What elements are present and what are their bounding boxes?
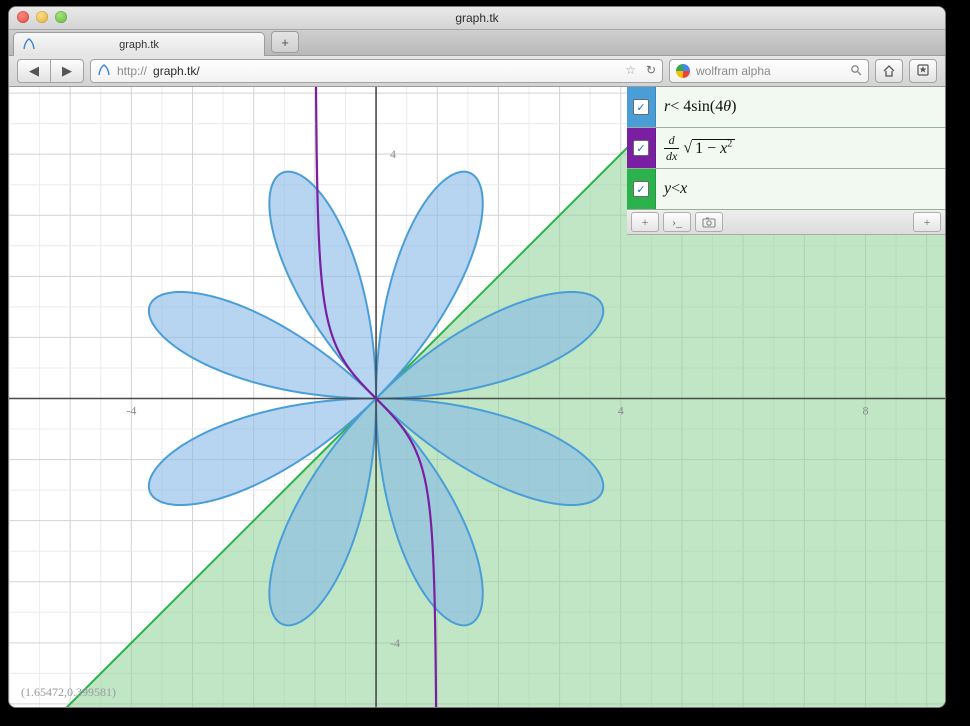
reload-icon[interactable]: ↻ <box>646 63 656 77</box>
browser-tab-active[interactable]: graph.tk <box>13 32 265 56</box>
equation-color-swatch[interactable]: ✓ <box>627 87 656 127</box>
equation-row[interactable]: ✓ ddx√1 − x2 <box>627 128 945 169</box>
camera-icon <box>702 216 716 228</box>
search-bar[interactable]: wolfram alpha <box>669 59 869 83</box>
graph-canvas-area[interactable]: -4 4 8 -4 4 (1.65472,0.399581) ✓ r < 4sin(4θ)… <box>9 87 945 708</box>
equation-color-swatch[interactable]: ✓ <box>627 169 656 209</box>
nav-forward-button[interactable]: ▶ <box>50 59 84 83</box>
search-icon[interactable] <box>850 64 862 79</box>
svg-text:-4: -4 <box>390 636 400 650</box>
bookmark-star-icon[interactable]: ☆ <box>625 63 636 77</box>
screenshot-button[interactable] <box>695 212 723 232</box>
home-button[interactable] <box>875 59 903 83</box>
bookmarks-button[interactable] <box>909 59 937 83</box>
cursor-coordinates: (1.65472,0.399581) <box>21 685 116 700</box>
browser-tab-bar: graph.tk + <box>9 30 945 56</box>
equation-row[interactable]: ✓ y < x <box>627 169 945 210</box>
url-bar[interactable]: http:// graph.tk/ ☆ ↻ <box>90 59 663 83</box>
svg-text:4: 4 <box>618 404 624 418</box>
equation-color-swatch[interactable]: ✓ <box>627 128 656 168</box>
url-scheme: http:// <box>117 64 147 78</box>
add-panel-button[interactable]: + <box>913 212 941 232</box>
new-tab-button[interactable]: + <box>271 31 299 53</box>
equation-row[interactable]: ✓ r < 4sin(4θ) <box>627 87 945 128</box>
browser-toolbar: ◀ ▶ http:// graph.tk/ ☆ ↻ wolfram alpha <box>9 56 945 87</box>
equation-visibility-checkbox[interactable]: ✓ <box>633 181 649 197</box>
url-favicon-icon <box>97 63 111 80</box>
equation-panel-toolbar: + ›_ + <box>627 210 945 235</box>
search-engine-icon <box>676 64 690 78</box>
window-titlebar: graph.tk <box>9 7 945 30</box>
console-button[interactable]: ›_ <box>663 212 691 232</box>
equation-expression[interactable]: ddx√1 − x2 <box>656 128 945 168</box>
tab-title: graph.tk <box>119 39 159 51</box>
svg-text:4: 4 <box>390 147 396 161</box>
window-minimize-button[interactable] <box>36 11 48 23</box>
svg-text:-4: -4 <box>126 404 136 418</box>
equation-expression[interactable]: y < x <box>656 169 945 209</box>
equation-expression[interactable]: r < 4sin(4θ) <box>656 87 945 127</box>
add-equation-button[interactable]: + <box>631 212 659 232</box>
window-zoom-button[interactable] <box>55 11 67 23</box>
svg-text:8: 8 <box>862 404 868 418</box>
window-close-button[interactable] <box>17 11 29 23</box>
url-host: graph.tk/ <box>153 64 200 78</box>
window-title: graph.tk <box>455 11 498 25</box>
search-placeholder: wolfram alpha <box>696 64 771 78</box>
equation-visibility-checkbox[interactable]: ✓ <box>633 140 649 156</box>
nav-back-button[interactable]: ◀ <box>17 59 51 83</box>
tab-favicon-icon <box>22 37 36 54</box>
equation-visibility-checkbox[interactable]: ✓ <box>633 99 649 115</box>
equation-panel: ✓ r < 4sin(4θ) ✓ ddx√1 − x2 ✓ y < x + ›_ + <box>627 87 945 235</box>
